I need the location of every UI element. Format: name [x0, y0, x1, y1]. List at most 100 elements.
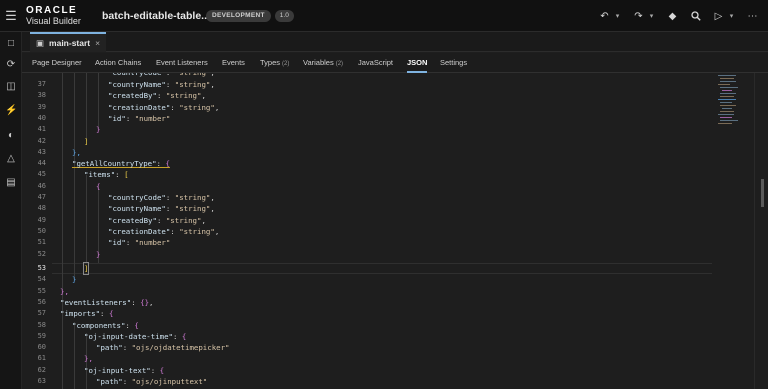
tab-javascript[interactable]: JavaScript	[358, 53, 393, 73]
app-title[interactable]: batch-editable-table...	[102, 10, 210, 22]
tab-count: (2)	[282, 61, 290, 67]
environment-badge: DEVELOPMENT	[206, 9, 271, 22]
scrollbar-thumb[interactable]	[761, 179, 764, 207]
json-code-editor[interactable]: "countryCode": "string", 37 38 39 40 41 …	[22, 73, 768, 389]
minimap-line	[720, 93, 736, 94]
components-icon[interactable]: ◐	[5, 130, 17, 142]
tab-label: JavaScript	[358, 58, 394, 67]
code-line: "id": "number"	[108, 238, 171, 248]
code-line-bracket: }	[72, 275, 77, 285]
hamburger-icon[interactable]: ☰	[0, 0, 22, 32]
minimap-line	[720, 105, 736, 106]
tab-json[interactable]: JSON	[407, 53, 428, 73]
monitor-icon[interactable]: □	[5, 38, 17, 50]
tab-label: Page Designer	[32, 58, 82, 67]
minimap-line	[720, 111, 734, 112]
line-number: 57	[37, 309, 46, 318]
tab-label: Event Listeners	[156, 58, 208, 67]
code-line: "id": "number"	[108, 113, 171, 123]
undo-icon[interactable]: ↶	[597, 0, 612, 32]
line-number: 39	[37, 102, 46, 111]
line-number: 41	[37, 125, 46, 134]
tab-variables[interactable]: Variables (2)	[303, 53, 343, 73]
database-icon[interactable]: ◫	[5, 81, 17, 93]
more-icon[interactable]: ⋯	[745, 0, 760, 32]
tab-label: Types	[260, 58, 281, 67]
minimap-line	[718, 84, 730, 85]
code-line: "eventListeners": {},	[60, 297, 154, 307]
code-line-bracket: {	[96, 181, 101, 191]
document-icon[interactable]: ▤	[5, 177, 17, 189]
file-tab-main-start[interactable]: ▣ main-start ×	[30, 32, 107, 52]
minimap-line	[722, 90, 732, 91]
code-line: "oj-input-text": {	[84, 365, 165, 375]
line-number: 51	[37, 238, 46, 247]
tab-types[interactable]: Types (2)	[260, 53, 289, 73]
tab-event-listeners[interactable]: Event Listeners	[156, 53, 208, 73]
line-number: 61	[37, 354, 46, 363]
tree-icon[interactable]: △	[5, 153, 17, 165]
line-number: 50	[37, 226, 46, 235]
tab-label: JSON	[407, 58, 428, 67]
page-file-icon: ▣	[36, 37, 45, 48]
line-number: 60	[37, 343, 46, 352]
code-line-bracket: },	[84, 354, 93, 364]
line-number: 54	[37, 275, 46, 284]
redo-menu-chevron-down-icon[interactable]: ▾	[646, 0, 657, 32]
code-line: "items": [	[84, 170, 129, 180]
sync-icon[interactable]: ⟳	[5, 59, 17, 71]
tab-label: Settings	[440, 58, 468, 67]
lightning-icon[interactable]: ⚡	[5, 105, 17, 117]
line-number: 56	[37, 297, 46, 306]
search-icon[interactable]	[688, 0, 703, 32]
indent-guide	[74, 322, 75, 389]
file-tab-label: main-start	[49, 38, 91, 48]
code-line: "oj-input-date-time": {	[84, 331, 187, 341]
minimap-line	[718, 75, 736, 76]
tab-count: (2)	[335, 61, 344, 67]
indent-guide	[62, 73, 63, 389]
line-number: 59	[37, 331, 46, 340]
code-line: "creationDate": "string",	[108, 226, 220, 236]
minimap-line	[720, 78, 734, 79]
tab-settings[interactable]: Settings	[440, 53, 467, 73]
minimap-line	[720, 87, 738, 88]
code-line-partial: "countryCode": "string",	[108, 73, 215, 78]
code-line: "countryName": "string",	[108, 204, 215, 214]
line-number: 44	[37, 159, 46, 168]
line-number: 38	[37, 91, 46, 100]
redo-icon[interactable]: ↷	[631, 0, 646, 32]
line-number: 37	[37, 80, 46, 88]
indent-guide	[74, 73, 75, 280]
line-number-current: 53	[37, 264, 46, 272]
code-line-bracket-matched: ]	[82, 261, 90, 276]
line-number: 52	[37, 249, 46, 258]
code-line-bracket: },	[60, 286, 69, 296]
line-number: 49	[37, 215, 46, 224]
undo-menu-chevron-down-icon[interactable]: ▾	[612, 0, 623, 32]
code-line-bracket: },	[72, 147, 81, 157]
editor-minimap[interactable]	[714, 73, 750, 133]
code-line: "countryCode": "string",	[108, 193, 215, 202]
tab-action-chains[interactable]: Action Chains	[95, 53, 141, 73]
code-line-bracket: }	[96, 249, 101, 259]
minimap-line	[720, 120, 738, 121]
search-icon-glyph	[690, 11, 701, 21]
tab-label: Events	[222, 58, 245, 67]
line-number: 46	[37, 181, 46, 190]
minimap-line	[718, 123, 732, 124]
tab-page-designer[interactable]: Page Designer	[32, 53, 82, 73]
tab-events[interactable]: Events	[222, 53, 245, 73]
run-menu-chevron-down-icon[interactable]: ▾	[726, 0, 737, 32]
indent-guide	[86, 175, 87, 263]
close-icon[interactable]: ×	[95, 38, 100, 48]
play-icon[interactable]: ▷	[711, 0, 726, 32]
vertical-scrollbar[interactable]	[754, 73, 768, 389]
editor-tab-bar: Page Designer Action Chains Event Listen…	[22, 53, 768, 73]
file-tab-bar: ▣ main-start ×	[22, 32, 768, 52]
code-line: "path": "ojs/ojdatetimepicker"	[96, 343, 230, 353]
minimap-line	[718, 99, 736, 100]
brand-line2: Visual Builder	[26, 15, 81, 26]
code-line: "countryName": "string",	[108, 80, 215, 89]
diamond-icon[interactable]: ◆	[665, 0, 680, 32]
